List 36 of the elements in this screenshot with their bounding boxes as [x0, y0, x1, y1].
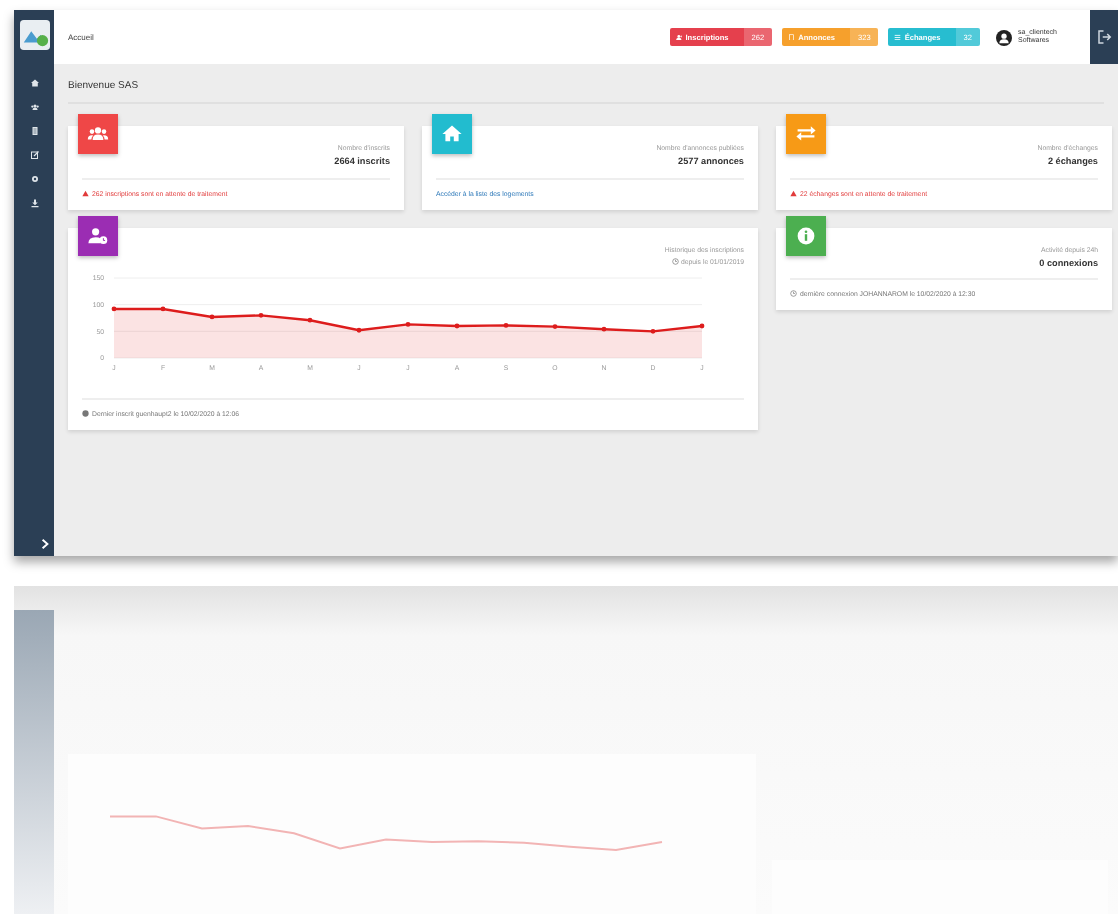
document-icon[interactable]: [29, 126, 39, 136]
users-icon[interactable]: [29, 102, 39, 112]
user-plus-icon: [675, 33, 683, 41]
data-point: [209, 314, 215, 320]
clock-icon: [82, 410, 89, 418]
clock-icon: [672, 258, 680, 266]
data-point: [307, 317, 313, 323]
data-point: [552, 324, 558, 329]
warning-icon: [82, 190, 89, 198]
data-point: [503, 323, 509, 328]
clock-icon: [790, 290, 797, 298]
swap-arrows-icon: [794, 122, 818, 146]
logo-icon: [19, 20, 49, 50]
data-point: [160, 306, 166, 312]
data-point: [454, 323, 460, 329]
data-point: [258, 312, 264, 318]
data-point: [111, 306, 117, 312]
download-icon[interactable]: [29, 198, 39, 208]
warning-icon: [790, 190, 797, 198]
list-icon: [894, 33, 902, 41]
logout-icon: [1095, 28, 1113, 46]
info-icon: [794, 224, 818, 248]
user-clock-icon: [86, 224, 110, 248]
logout-button[interactable]: [1090, 10, 1118, 64]
data-point: [405, 322, 411, 327]
edit-icon[interactable]: [29, 150, 39, 160]
data-point: [699, 323, 705, 329]
data-point: [601, 326, 607, 332]
chevron-right-icon[interactable]: [39, 538, 49, 550]
document-icon: [788, 33, 796, 41]
data-point: [356, 327, 362, 333]
home-icon: [440, 122, 464, 146]
users-icon: [86, 122, 110, 146]
home-icon[interactable]: [29, 78, 39, 88]
data-point: [650, 328, 656, 334]
avatar-icon[interactable]: [996, 29, 1012, 45]
